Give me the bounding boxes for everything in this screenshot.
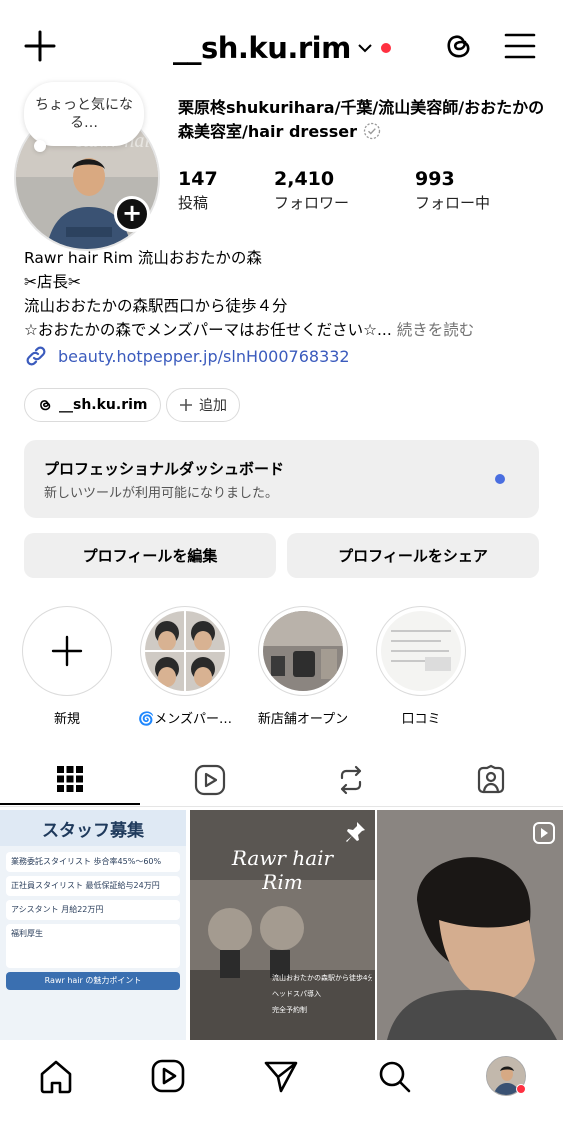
bio-line: ✂︎店長✂︎	[24, 273, 81, 291]
dashboard-subtitle: 新しいツールが利用可能になりました。	[44, 486, 279, 501]
post-thumbnail-mens-perm[interactable]	[377, 810, 563, 1040]
reel-indicator-icon	[533, 822, 555, 844]
stat-posts[interactable]: 147 投稿	[178, 168, 218, 213]
nav-home-icon[interactable]	[36, 1056, 76, 1096]
notification-dot	[380, 43, 391, 53]
highlight-mens-perm[interactable]: 🌀メンズパー…	[138, 606, 232, 727]
plus-icon	[180, 399, 192, 411]
post-recruit-line: アシスタント 月給22万円	[6, 900, 180, 920]
tab-tagged[interactable]	[421, 755, 561, 805]
profile-bio: Rawr hair Rim 流山おおたかの森 ✂︎店長✂︎ 流山おおたかの森駅西…	[24, 246, 554, 342]
tagged-person-icon	[477, 764, 505, 794]
highlight-cover	[263, 611, 343, 691]
post-salon-title: Rawr hair	[231, 846, 334, 870]
threads-icon[interactable]	[440, 28, 476, 64]
post-salon-item: ヘッドスパ導入	[272, 990, 321, 998]
reels-icon	[194, 764, 226, 796]
notification-dot	[516, 1084, 526, 1094]
add-chip[interactable]: 追加	[166, 388, 240, 422]
profile-fullname: 栗原柊shukurihara/千葉/流山美容師/おおたかの森美容室/hair d…	[178, 96, 550, 144]
nav-search-icon[interactable]	[374, 1056, 414, 1096]
highlight-cover	[145, 611, 225, 691]
dashboard-title: プロフェッショナルダッシュボード	[44, 460, 285, 478]
bio-line: ☆おおたかの森でメンズパーマはお任せください☆...	[24, 321, 392, 339]
bio-line: Rawr hair Rim 流山おおたかの森	[24, 249, 262, 267]
dashboard-new-dot	[495, 474, 505, 484]
highlight-cover	[381, 611, 461, 691]
plus-icon	[51, 635, 83, 667]
add-chip-label: 追加	[199, 398, 227, 414]
post-recruit-line: Rawr hair の魅力ポイント	[6, 972, 180, 990]
repost-icon	[340, 765, 362, 795]
edit-profile-button[interactable]: プロフィールを編集	[24, 533, 276, 578]
tab-reposts[interactable]	[281, 755, 421, 805]
tab-posts-grid[interactable]	[0, 755, 140, 805]
following-label: フォロー中	[415, 194, 491, 212]
post-salon-item: 完全予約制	[272, 1006, 307, 1014]
nav-reels-icon[interactable]	[148, 1056, 188, 1096]
mens-perm-photo	[377, 810, 563, 1040]
chevron-down-icon	[358, 44, 372, 53]
post-thumbnail-salon[interactable]: Rawr hair Rim 流山おおたかの森駅から徒歩4分 ヘッドスパ導入 完全…	[190, 810, 375, 1040]
menu-icon[interactable]	[503, 31, 537, 61]
create-icon[interactable]	[22, 28, 58, 64]
professional-dashboard[interactable]: プロフェッショナルダッシュボード 新しいツールが利用可能になりました。	[24, 440, 539, 518]
highlight-reviews[interactable]: 口コミ	[374, 606, 468, 727]
pin-icon	[346, 822, 365, 842]
followers-label: フォロワー	[274, 194, 350, 212]
stat-following[interactable]: 993 フォロー中	[415, 168, 490, 213]
posts-label: 投稿	[178, 194, 209, 212]
account-switcher[interactable]: __sh.ku.rim	[173, 28, 391, 68]
post-thumbnail-recruit[interactable]: スタッフ募集 業務委託スタイリスト 歩合率45%〜60% 正社員スタイリスト 最…	[0, 810, 186, 1040]
highlight-new[interactable]: 新規	[20, 606, 114, 727]
threads-chip-label: __sh.ku.rim	[59, 397, 148, 413]
post-recruit-line: 業務委託スタイリスト 歩合率45%〜60%	[6, 852, 180, 872]
profile-link[interactable]: beauty.hotpepper.jp/slnH000768332	[24, 344, 350, 368]
tabs-divider	[0, 806, 563, 807]
bio-line: 流山おおたかの森駅西口から徒歩４分	[24, 297, 288, 315]
note-bubble-tail	[34, 140, 46, 152]
read-more-link[interactable]: 続きを読む	[397, 321, 475, 339]
threads-icon	[40, 400, 51, 411]
share-profile-button[interactable]: プロフィールをシェア	[287, 533, 539, 578]
followers-count: 2,410	[274, 168, 335, 190]
stat-followers[interactable]: 2,410 フォロワー	[274, 168, 349, 213]
add-story-icon[interactable]: +	[114, 196, 150, 232]
profile-link-text: beauty.hotpepper.jp/slnH000768332	[58, 346, 350, 366]
profile-note[interactable]: ちょっと気になる…	[24, 82, 144, 146]
highlight-new-store[interactable]: 新店舗オープン	[256, 606, 350, 727]
grid-icon	[57, 766, 83, 792]
following-count: 993	[415, 168, 455, 190]
verified-dashed-icon	[363, 122, 380, 140]
header-username: __sh.ku.rim	[173, 31, 351, 65]
threads-chip[interactable]: __sh.ku.rim	[24, 388, 161, 422]
link-icon	[26, 346, 46, 366]
new-highlight-circle	[22, 606, 112, 696]
tab-reels[interactable]	[140, 755, 280, 805]
highlight-label: 新規	[53, 712, 80, 727]
highlight-label: 新店舗オープン	[257, 712, 349, 727]
post-recruit-line: 正社員スタイリスト 最低保証給与24万円	[6, 876, 180, 896]
post-salon-subtitle: Rim	[262, 870, 303, 894]
post-recruit-title: スタッフ募集	[42, 820, 144, 841]
posts-count: 147	[178, 168, 218, 190]
post-salon-item: 流山おおたかの森駅から徒歩4分	[272, 974, 372, 982]
nav-direct-message-icon[interactable]	[261, 1056, 301, 1096]
fullname-text: 栗原柊shukurihara/千葉/流山美容師/おおたかの森美容室/hair d…	[178, 98, 545, 141]
highlight-label: 口コミ	[401, 712, 441, 727]
post-recruit-line: 福利厚生	[6, 924, 180, 968]
highlight-label: 🌀メンズパー…	[138, 712, 232, 727]
